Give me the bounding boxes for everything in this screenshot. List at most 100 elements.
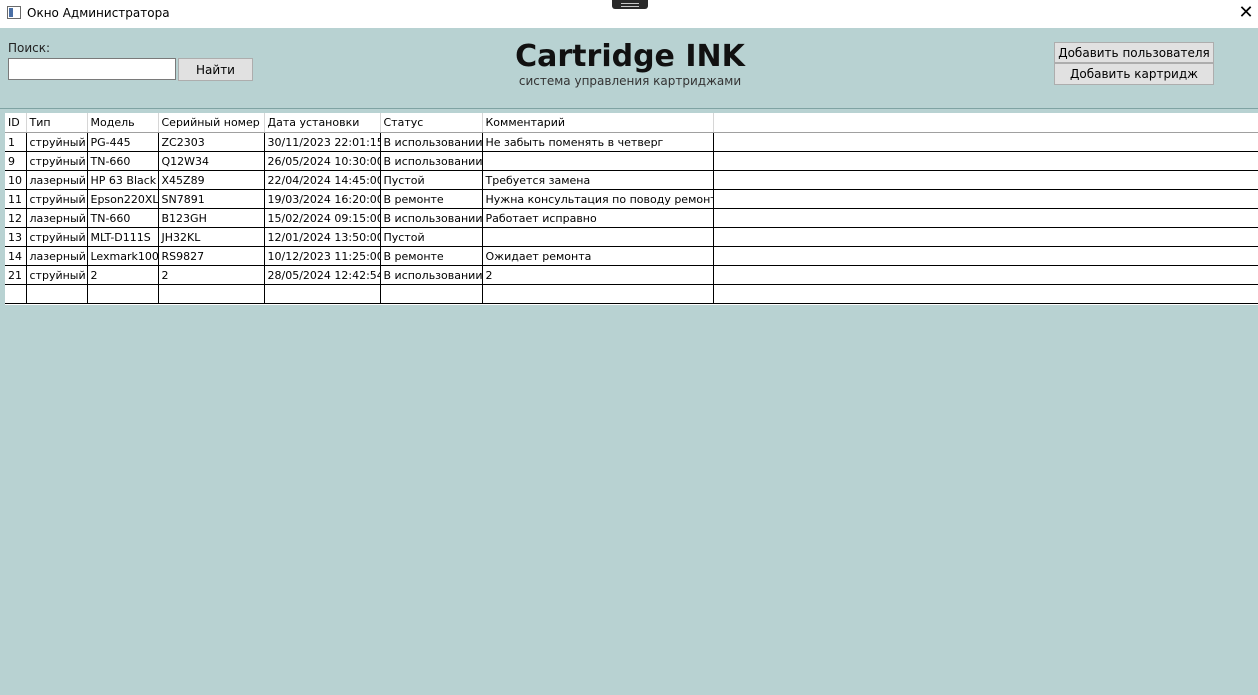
column-header-id[interactable]: ID [5,113,27,133]
cell-serial[interactable]: SN7891 [158,189,265,209]
table-row[interactable]: 21 струйный 2 2 28/05/2024 12:42:54 В использ… [5,265,1258,285]
cartridges-table[interactable]: ID Тип Модель Серийный номер Дата устано… [5,113,1258,305]
cell-status[interactable]: В использовании [380,208,483,228]
window-titlebar: Окно Администратора ✕ [0,0,1258,28]
cell-type[interactable]: струйный [26,151,88,171]
app-window-icon [7,6,21,19]
cell-serial[interactable]: JH32KL [158,227,265,247]
cell-comment[interactable]: Ожидает ремонта [482,246,714,266]
cell-id[interactable]: 10 [5,170,27,190]
column-header-install-date[interactable]: Дата установки [264,113,381,133]
cell-id[interactable]: 14 [5,246,27,266]
find-button[interactable]: Найти [178,58,253,81]
cell-serial[interactable]: RS9827 [158,246,265,266]
cell-install-date[interactable]: 22/04/2024 14:45:00 [264,170,381,190]
cell-install-date[interactable]: 19/03/2024 16:20:00 [264,189,381,209]
cell-model[interactable]: TN-660 [87,151,159,171]
cell-type[interactable] [26,284,88,304]
cell-serial[interactable]: Q12W34 [158,151,265,171]
cell-filler [713,227,1258,247]
app-subtitle: система управления картриджами [518,74,742,88]
table-row[interactable]: 10 лазерный HP 63 Black X45Z89 22/04/2024 14… [5,170,1258,190]
cell-status[interactable]: В ремонте [380,246,483,266]
column-header-type[interactable]: Тип [26,113,88,133]
table-header-row: ID Тип Модель Серийный номер Дата устано… [5,113,1258,133]
table-row[interactable]: 9 струйный TN-660 Q12W34 26/05/2024 10:30:00… [5,151,1258,171]
cell-id[interactable]: 21 [5,265,27,285]
cell-filler [713,246,1258,266]
cell-model[interactable]: Lexmark100 [87,246,159,266]
cell-type[interactable]: лазерный [26,170,88,190]
search-input[interactable] [8,58,176,80]
column-header-filler [713,113,1258,133]
table-new-row[interactable] [5,284,1258,304]
cell-id[interactable]: 13 [5,227,27,247]
cell-status[interactable]: В использовании [380,151,483,171]
cell-id[interactable]: 12 [5,208,27,228]
cell-id[interactable] [5,284,27,304]
cell-type[interactable]: струйный [26,265,88,285]
cell-install-date[interactable]: 30/11/2023 22:01:15 [264,132,381,152]
cell-comment[interactable]: Требуется замена [482,170,714,190]
cell-install-date[interactable]: 10/12/2023 11:25:00 [264,246,381,266]
cell-comment[interactable] [482,151,714,171]
cell-model[interactable]: 2 [87,265,159,285]
cell-install-date[interactable]: 28/05/2024 12:42:54 [264,265,381,285]
cell-serial[interactable] [158,284,265,304]
cell-type[interactable]: струйный [26,227,88,247]
cell-model[interactable]: HP 63 Black [87,170,159,190]
cell-comment[interactable]: Не забыть поменять в четверг [482,132,714,152]
cell-status[interactable] [380,284,483,304]
cell-filler [713,189,1258,209]
cell-type[interactable]: лазерный [26,246,88,266]
drag-handle-icon[interactable] [612,0,648,9]
cell-model[interactable]: MLT-D111S [87,227,159,247]
app-title: Cartridge INK [515,39,745,74]
cell-id[interactable]: 11 [5,189,27,209]
add-cartridge-button[interactable]: Добавить картридж [1054,63,1214,85]
window-title: Окно Администратора [27,6,170,20]
cell-type[interactable]: струйный [26,132,88,152]
cell-comment[interactable] [482,227,714,247]
close-icon[interactable]: ✕ [1236,3,1256,23]
cell-status[interactable]: В использовании [380,132,483,152]
cell-type[interactable]: струйный [26,189,88,209]
cell-status[interactable]: В ремонте [380,189,483,209]
cell-filler [713,151,1258,171]
cell-type[interactable]: лазерный [26,208,88,228]
cell-model[interactable]: Epson220XL [87,189,159,209]
cell-install-date[interactable]: 26/05/2024 10:30:00 [264,151,381,171]
table-row[interactable]: 11 струйный Epson220XL SN7891 19/03/2024 16:… [5,189,1258,209]
cell-comment[interactable]: Нужна консультация по поводу ремонта [482,189,714,209]
table-row[interactable]: 13 струйный MLT-D111S JH32KL 12/01/2024 13:5… [5,227,1258,247]
cell-model[interactable]: TN-660 [87,208,159,228]
cell-serial[interactable]: ZC2303 [158,132,265,152]
cell-install-date[interactable]: 15/02/2024 09:15:00 [264,208,381,228]
cell-comment[interactable] [482,284,714,304]
cell-id[interactable]: 9 [5,151,27,171]
cell-install-date[interactable]: 12/01/2024 13:50:00 [264,227,381,247]
cell-filler [713,284,1258,304]
cell-model[interactable]: PG-445 [87,132,159,152]
table-row[interactable]: 12 лазерный TN-660 B123GH 15/02/2024 09:15:0… [5,208,1258,228]
cell-status[interactable]: Пустой [380,227,483,247]
table-row[interactable]: 14 лазерный Lexmark100 RS9827 10/12/2023 11:… [5,246,1258,266]
column-header-status[interactable]: Статус [380,113,483,133]
cell-install-date[interactable] [264,284,381,304]
cell-comment[interactable]: Работает исправно [482,208,714,228]
add-user-button[interactable]: Добавить пользователя [1054,42,1214,63]
table-row[interactable]: 1 струйный PG-445 ZC2303 30/11/2023 22:01:15… [5,132,1258,152]
cell-serial[interactable]: B123GH [158,208,265,228]
column-header-model[interactable]: Модель [87,113,159,133]
cell-status[interactable]: В использовании [380,265,483,285]
cell-serial[interactable]: X45Z89 [158,170,265,190]
cell-id[interactable]: 1 [5,132,27,152]
cell-status[interactable]: Пустой [380,170,483,190]
search-label: Поиск: [8,41,51,55]
column-header-serial[interactable]: Серийный номер [158,113,265,133]
cell-serial[interactable]: 2 [158,265,265,285]
divider [0,108,1258,109]
cell-model[interactable] [87,284,159,304]
column-header-comment[interactable]: Комментарий [482,113,714,133]
cell-comment[interactable]: 2 [482,265,714,285]
